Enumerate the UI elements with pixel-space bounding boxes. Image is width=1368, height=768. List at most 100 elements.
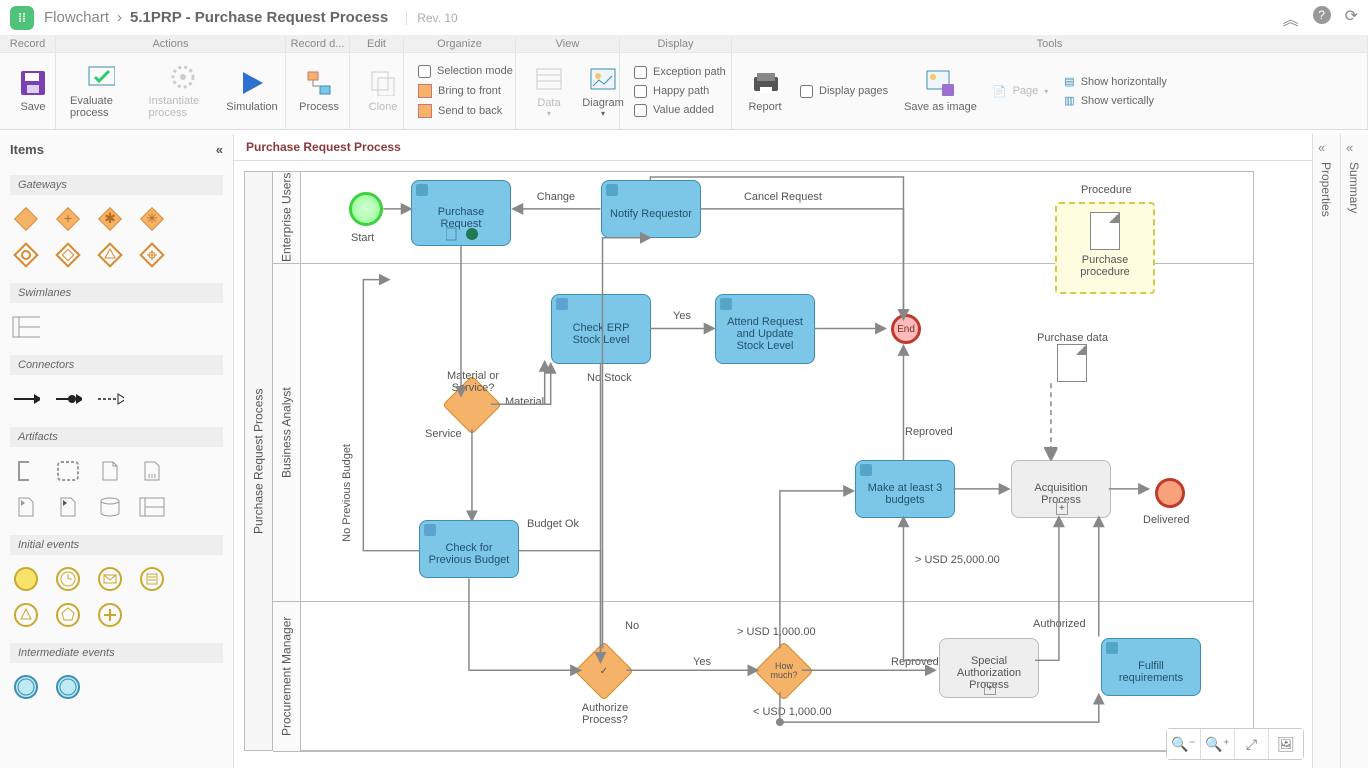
edge-label-no: No bbox=[625, 620, 639, 632]
start-message-icon[interactable] bbox=[96, 565, 124, 593]
artifact-datastore-icon[interactable] bbox=[96, 493, 124, 521]
task-check-budget[interactable]: Check for Previous Budget bbox=[419, 520, 519, 578]
gateway-variant2-icon[interactable] bbox=[54, 241, 82, 269]
process-button[interactable]: Process bbox=[292, 65, 346, 117]
zoom-in-button[interactable]: 🔍⁺ bbox=[1201, 729, 1235, 759]
start-timer-icon[interactable] bbox=[54, 565, 82, 593]
gateway-parallel-icon[interactable]: + bbox=[54, 205, 82, 233]
breadcrumb-root[interactable]: Flowchart bbox=[44, 9, 109, 26]
gateway-variant4-icon[interactable] bbox=[138, 241, 166, 269]
summary-panel-collapsed[interactable]: « Summary bbox=[1340, 134, 1368, 768]
gateway-authorize[interactable]: ✓ bbox=[574, 641, 633, 700]
intermediate-event1-icon[interactable] bbox=[12, 673, 40, 701]
task-notify-requestor[interactable]: Notify Requestor bbox=[601, 180, 701, 238]
zoom-out-button[interactable]: 🔍⁻ bbox=[1167, 729, 1201, 759]
start-event[interactable] bbox=[349, 192, 383, 226]
fit-to-screen-button[interactable]: ⤢ bbox=[1235, 729, 1269, 759]
page-title: 5.1PRP - Purchase Request Process bbox=[130, 9, 388, 26]
expand-properties-icon[interactable]: « bbox=[1318, 140, 1325, 155]
task-purchase-request[interactable]: Purchase Request bbox=[411, 180, 511, 246]
artifact-data-input-icon[interactable] bbox=[12, 493, 40, 521]
start-none-icon[interactable] bbox=[12, 565, 40, 593]
instantiate-process-button: Instantiate process bbox=[141, 59, 225, 123]
gateway-how-much[interactable]: How much? bbox=[754, 641, 813, 700]
lane-business-analyst[interactable]: Business Analyst Check ERP Stock Level A… bbox=[273, 264, 1253, 602]
connector-message-icon[interactable] bbox=[96, 385, 124, 413]
edge-label-yes1: Yes bbox=[673, 310, 691, 322]
diagram-canvas[interactable]: Purchase Request Process Enterprise User… bbox=[234, 161, 1312, 768]
happy-path-checkbox[interactable]: Happy path bbox=[630, 83, 730, 100]
intermediate-event2-icon[interactable] bbox=[54, 673, 82, 701]
app-logo-icon: ⁞⁞ bbox=[10, 6, 34, 30]
group-purchase-procedure[interactable]: Purchase procedure bbox=[1055, 202, 1155, 294]
selection-mode-checkbox[interactable]: Selection mode bbox=[414, 63, 517, 80]
ribbon-group-actions: Actions bbox=[56, 36, 285, 53]
refresh-icon[interactable]: ⟳ bbox=[1345, 6, 1358, 30]
evaluate-process-button[interactable]: Evaluate process bbox=[62, 59, 141, 123]
gw-label-material-service: Material or Service? bbox=[437, 370, 509, 394]
ribbon-group-record: Record bbox=[0, 36, 55, 53]
task-check-erp[interactable]: Check ERP Stock Level bbox=[551, 294, 651, 364]
help-icon[interactable]: ? bbox=[1313, 6, 1331, 24]
minimap-button[interactable]: 🖼 bbox=[1269, 729, 1303, 759]
task-attend-request[interactable]: Attend Request and Update Stock Level bbox=[715, 294, 815, 364]
data-view-button: Data▾ bbox=[522, 61, 576, 122]
lane-procurement-manager[interactable]: Procurement Manager ✓ Authorize Process?… bbox=[273, 602, 1253, 752]
canvas-tab[interactable]: Purchase Request Process bbox=[234, 134, 1312, 161]
task-fulfill[interactable]: Fulfill requirements bbox=[1101, 638, 1201, 696]
simulation-button[interactable]: Simulation bbox=[225, 65, 279, 117]
subprocess-special-auth[interactable]: Special Authorization Process+ bbox=[939, 638, 1039, 698]
subprocess-acquisition[interactable]: Acquisition Process+ bbox=[1011, 460, 1111, 518]
artifact-group-icon[interactable] bbox=[54, 457, 82, 485]
artifact-lane-icon[interactable] bbox=[138, 493, 166, 521]
start-multiple-icon[interactable] bbox=[54, 601, 82, 629]
display-pages-checkbox[interactable]: Display pages bbox=[796, 83, 892, 100]
edge-label-service: Service bbox=[425, 428, 462, 440]
connector-sequence-icon[interactable] bbox=[12, 385, 40, 413]
collapse-sidebar-icon[interactable]: « bbox=[216, 142, 223, 157]
save-button[interactable]: Save bbox=[6, 65, 60, 117]
delivered-event[interactable] bbox=[1155, 478, 1185, 508]
page-button: 📄Page ▾ bbox=[989, 83, 1052, 100]
bring-to-front-button[interactable]: Bring to front bbox=[414, 82, 517, 100]
purchase-procedure-label: Purchase procedure bbox=[1065, 254, 1145, 278]
start-label: Start bbox=[351, 232, 374, 244]
gateway-event-icon[interactable]: ✱ bbox=[96, 205, 124, 233]
collapse-ribbon-icon[interactable]: ︽ bbox=[1283, 6, 1299, 30]
end-event[interactable]: End bbox=[891, 314, 921, 344]
palette-section-intermediate: Intermediate events bbox=[10, 643, 223, 663]
task-make-budgets[interactable]: Make at least 3 budgets bbox=[855, 460, 955, 518]
gateway-inclusive-icon[interactable] bbox=[12, 241, 40, 269]
lane-title-procurement: Procurement Manager bbox=[273, 602, 300, 751]
pool-title: Purchase Request Process bbox=[245, 172, 273, 750]
pool[interactable]: Purchase Request Process Enterprise User… bbox=[244, 171, 1254, 751]
start-conditional-icon[interactable] bbox=[138, 565, 166, 593]
edge-label-budget-ok: Budget Ok bbox=[527, 518, 579, 530]
show-vertically-button[interactable]: ▥Show vertically bbox=[1060, 92, 1171, 109]
gateway-complex-icon[interactable]: ✳ bbox=[138, 205, 166, 233]
items-sidebar: Items « Gateways + ✱ ✳ Swimlanes Con bbox=[0, 134, 234, 768]
connector-default-icon[interactable] bbox=[54, 385, 82, 413]
show-horizontally-button[interactable]: ▤Show horizontally bbox=[1060, 73, 1171, 90]
value-added-checkbox[interactable]: Value added bbox=[630, 102, 730, 119]
send-to-back-button[interactable]: Send to back bbox=[414, 102, 517, 120]
exception-path-checkbox[interactable]: Exception path bbox=[630, 64, 730, 81]
gateway-exclusive-icon[interactable] bbox=[12, 205, 40, 233]
save-as-image-button[interactable]: Save as image bbox=[896, 65, 985, 117]
report-button[interactable]: Report bbox=[738, 65, 792, 117]
start-parallel-icon[interactable] bbox=[96, 601, 124, 629]
summary-label: Summary bbox=[1347, 162, 1361, 213]
data-object-purchase-data[interactable]: Purchase data bbox=[1037, 332, 1108, 382]
swimlane-pool-icon[interactable] bbox=[12, 313, 40, 341]
artifact-data-output-icon[interactable] bbox=[54, 493, 82, 521]
artifact-data-collection-icon[interactable] bbox=[138, 457, 166, 485]
breadcrumb: Flowchart › 5.1PRP - Purchase Request Pr… bbox=[44, 9, 458, 26]
expand-summary-icon[interactable]: « bbox=[1346, 140, 1353, 155]
start-signal-icon[interactable] bbox=[12, 601, 40, 629]
gateway-variant3-icon[interactable] bbox=[96, 241, 124, 269]
clone-button: Clone bbox=[356, 65, 410, 117]
artifact-annotation-icon[interactable] bbox=[12, 457, 40, 485]
properties-panel-collapsed[interactable]: « Properties bbox=[1312, 134, 1340, 768]
edge-label-authorized: Authorized bbox=[1033, 618, 1086, 630]
artifact-data-object-icon[interactable] bbox=[96, 457, 124, 485]
